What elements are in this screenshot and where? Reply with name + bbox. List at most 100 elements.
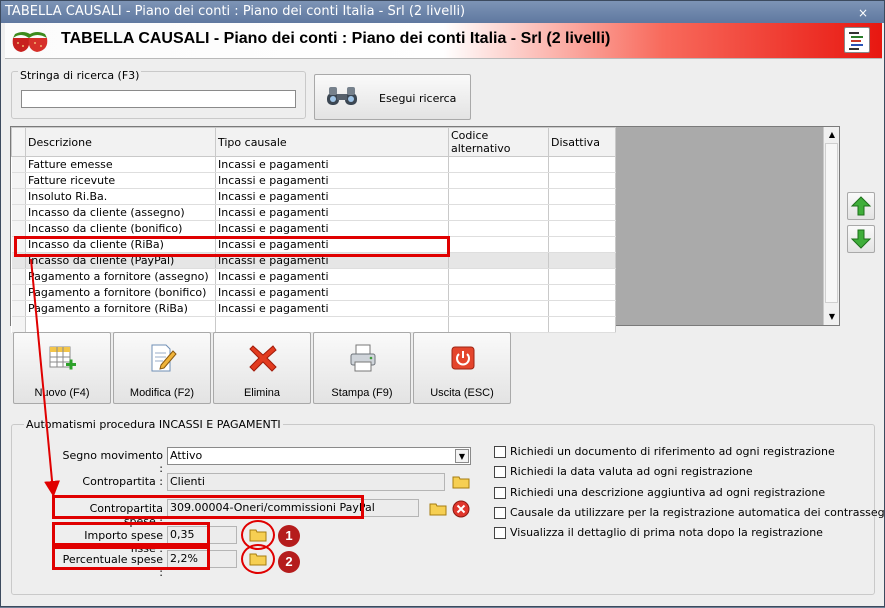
row-gutter[interactable]	[11, 156, 26, 173]
segno-select[interactable]: Attivo ▼	[167, 447, 471, 465]
scroll-up-icon[interactable]: ▲	[826, 129, 838, 141]
table-cell[interactable]: Pagamento a fornitore (bonifico)	[25, 284, 216, 301]
table-scrollbar[interactable]: ▲ ▼	[823, 127, 839, 325]
print-button[interactable]: Stampa (F9)	[313, 332, 411, 404]
table-row[interactable]: Fatture ricevute Incassi e pagamenti	[11, 172, 616, 189]
table-cell[interactable]: Fatture emesse	[25, 156, 216, 173]
table-cell[interactable]	[548, 268, 616, 285]
table-cell[interactable]	[548, 236, 616, 253]
folder-icon[interactable]	[429, 500, 447, 518]
table-cell[interactable]: Incassi e pagamenti	[215, 284, 449, 301]
column-header[interactable]: Tipo causale	[215, 127, 449, 157]
table-cell[interactable]	[548, 220, 616, 237]
table-row[interactable]: Pagamento a fornitore (RiBa) Incassi e pa…	[11, 300, 616, 317]
table-row[interactable]: Incasso da cliente (PayPal) Incassi e pag…	[11, 252, 616, 269]
table-cell[interactable]	[215, 316, 449, 333]
search-button[interactable]: Esegui ricerca	[314, 74, 471, 120]
table-cell[interactable]: Incasso da cliente (assegno)	[25, 204, 216, 221]
table-row[interactable]: Pagamento a fornitore (bonifico) Incassi …	[11, 284, 616, 301]
row-gutter[interactable]	[11, 284, 26, 301]
table-cell[interactable]	[548, 284, 616, 301]
checkbox-box[interactable]	[494, 446, 506, 458]
table-cell[interactable]: Incassi e pagamenti	[215, 172, 449, 189]
contropartita-field[interactable]: Clienti	[167, 473, 445, 491]
importo-field[interactable]: 0,35	[167, 526, 237, 544]
row-gutter[interactable]	[11, 204, 26, 221]
table-row[interactable]	[11, 316, 616, 333]
table-cell[interactable]	[448, 284, 549, 301]
table-cell[interactable]: Fatture ricevute	[25, 172, 216, 189]
chevron-down-icon[interactable]: ▼	[455, 449, 469, 463]
table-cell[interactable]	[548, 188, 616, 205]
row-gutter[interactable]	[11, 172, 26, 189]
table-cell[interactable]	[548, 316, 616, 333]
table-cell[interactable]	[448, 236, 549, 253]
spese-field[interactable]: 309.00004-Oneri/commissioni PayPal	[167, 499, 419, 517]
row-gutter[interactable]	[11, 316, 26, 333]
table-cell[interactable]: Incasso da cliente (RiBa)	[25, 236, 216, 253]
new-button[interactable]: Nuovo (F4)	[13, 332, 111, 404]
exit-button[interactable]: Uscita (ESC)	[413, 332, 511, 404]
column-header[interactable]: Disattiva	[548, 127, 616, 157]
table-cell[interactable]	[25, 316, 216, 333]
table-row[interactable]: Incasso da cliente (bonifico) Incassi e p…	[11, 220, 616, 237]
table-row[interactable]: Insoluto Ri.Ba. Incassi e pagamenti	[11, 188, 616, 205]
row-gutter[interactable]	[11, 188, 26, 205]
checkbox-box[interactable]	[494, 466, 506, 478]
checkbox-box[interactable]	[494, 507, 506, 519]
table-cell[interactable]: Incassi e pagamenti	[215, 156, 449, 173]
table-cell[interactable]	[548, 172, 616, 189]
checkbox-box[interactable]	[494, 487, 506, 499]
close-icon[interactable]: ×	[858, 2, 868, 24]
clear-icon[interactable]	[452, 500, 470, 518]
table-row[interactable]: Incasso da cliente (assegno) Incassi e pa…	[11, 204, 616, 221]
menu-button[interactable]	[844, 27, 870, 53]
percentuale-field[interactable]: 2,2%	[167, 550, 237, 568]
row-gutter[interactable]	[11, 236, 26, 253]
move-down-button[interactable]	[847, 225, 875, 253]
table-cell[interactable]	[448, 300, 549, 317]
table-cell[interactable]: Incassi e pagamenti	[215, 268, 449, 285]
scroll-thumb[interactable]	[825, 143, 838, 303]
table-cell[interactable]: Incassi e pagamenti	[215, 252, 449, 269]
edit-button[interactable]: Modifica (F2)	[113, 332, 211, 404]
folder-icon[interactable]	[452, 473, 470, 491]
move-up-button[interactable]	[847, 192, 875, 220]
column-header[interactable]: Descrizione	[25, 127, 216, 157]
table-row[interactable]: Pagamento a fornitore (assegno) Incassi e…	[11, 268, 616, 285]
table-cell[interactable]	[548, 252, 616, 269]
table-row[interactable]: Incasso da cliente (RiBa) Incassi e pagam…	[11, 236, 616, 253]
table-cell[interactable]: Incassi e pagamenti	[215, 188, 449, 205]
table-cell[interactable]	[548, 156, 616, 173]
delete-button[interactable]: Elimina	[213, 332, 311, 404]
column-header[interactable]: Codice alternativo	[448, 127, 549, 157]
table-cell[interactable]	[548, 300, 616, 317]
table-cell[interactable]: Incasso da cliente (PayPal)	[25, 252, 216, 269]
table-cell[interactable]	[448, 268, 549, 285]
table-cell[interactable]: Pagamento a fornitore (assegno)	[25, 268, 216, 285]
checkbox-box[interactable]	[494, 527, 506, 539]
table-cell[interactable]: Incasso da cliente (bonifico)	[25, 220, 216, 237]
table-cell[interactable]	[448, 156, 549, 173]
scroll-down-icon[interactable]: ▼	[826, 311, 838, 323]
row-gutter[interactable]	[11, 300, 26, 317]
table-cell[interactable]: Incassi e pagamenti	[215, 204, 449, 221]
table-cell[interactable]	[448, 252, 549, 269]
search-input[interactable]	[21, 90, 296, 108]
table-cell[interactable]	[448, 220, 549, 237]
table-cell[interactable]: Insoluto Ri.Ba.	[25, 188, 216, 205]
table-cell[interactable]	[448, 316, 549, 333]
table-cell[interactable]	[448, 204, 549, 221]
row-gutter[interactable]	[11, 252, 26, 269]
table-cell[interactable]: Incassi e pagamenti	[215, 220, 449, 237]
row-gutter[interactable]	[11, 220, 26, 237]
table-cell[interactable]	[448, 172, 549, 189]
table-cell[interactable]: Pagamento a fornitore (RiBa)	[25, 300, 216, 317]
table-cell[interactable]	[448, 188, 549, 205]
table-cell[interactable]: Incassi e pagamenti	[215, 236, 449, 253]
table-cell[interactable]	[548, 204, 616, 221]
table-cell[interactable]: Incassi e pagamenti	[215, 300, 449, 317]
new-record-icon	[49, 346, 76, 370]
row-gutter[interactable]	[11, 268, 26, 285]
table-row[interactable]: Fatture emesse Incassi e pagamenti	[11, 156, 616, 173]
